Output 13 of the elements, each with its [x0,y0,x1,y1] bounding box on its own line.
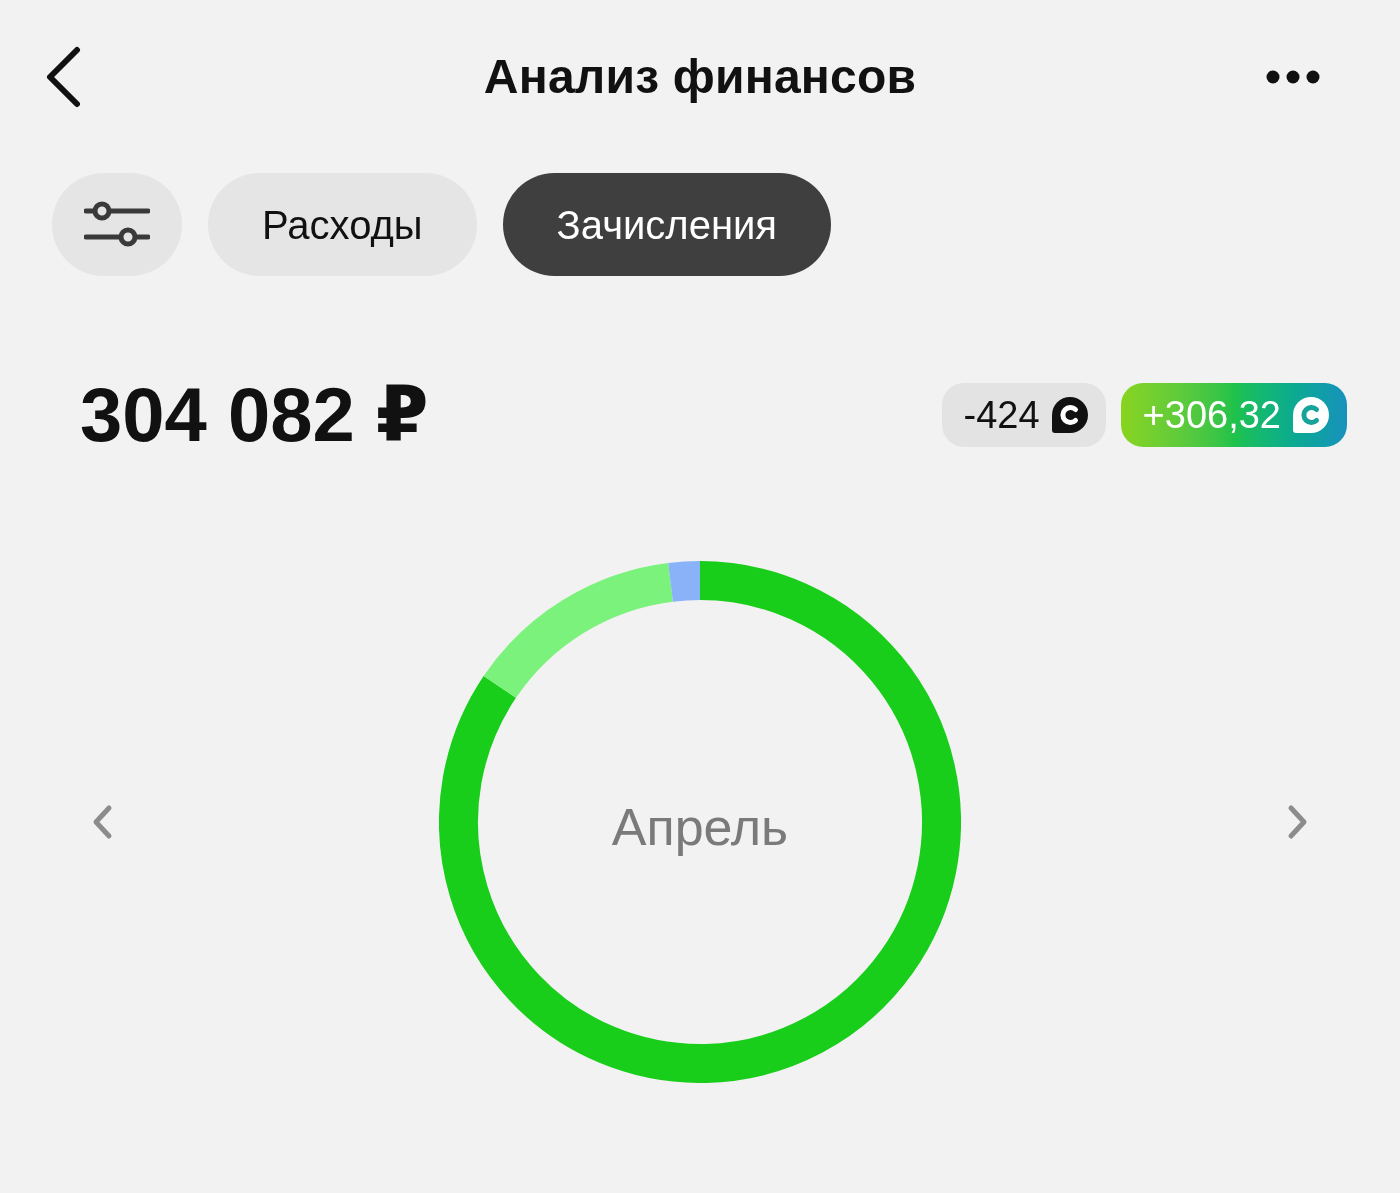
tab[interactable]: Зачисления [502,173,831,276]
points-amount: -424 [963,396,1040,434]
page-title: Анализ финансов [483,53,917,101]
chevron-left-icon [91,804,113,840]
sliders-icon [84,200,150,249]
chevron-left-icon [44,46,82,108]
tab[interactable]: Расходы [208,173,477,276]
coin-icon [1293,397,1329,433]
total-amount: 304 082 ₽ [80,377,429,453]
coin-icon [1051,397,1088,433]
more-dots-icon [1266,70,1320,84]
points-amount: +306,32 [1142,396,1281,434]
chevron-right-icon [1287,804,1309,840]
